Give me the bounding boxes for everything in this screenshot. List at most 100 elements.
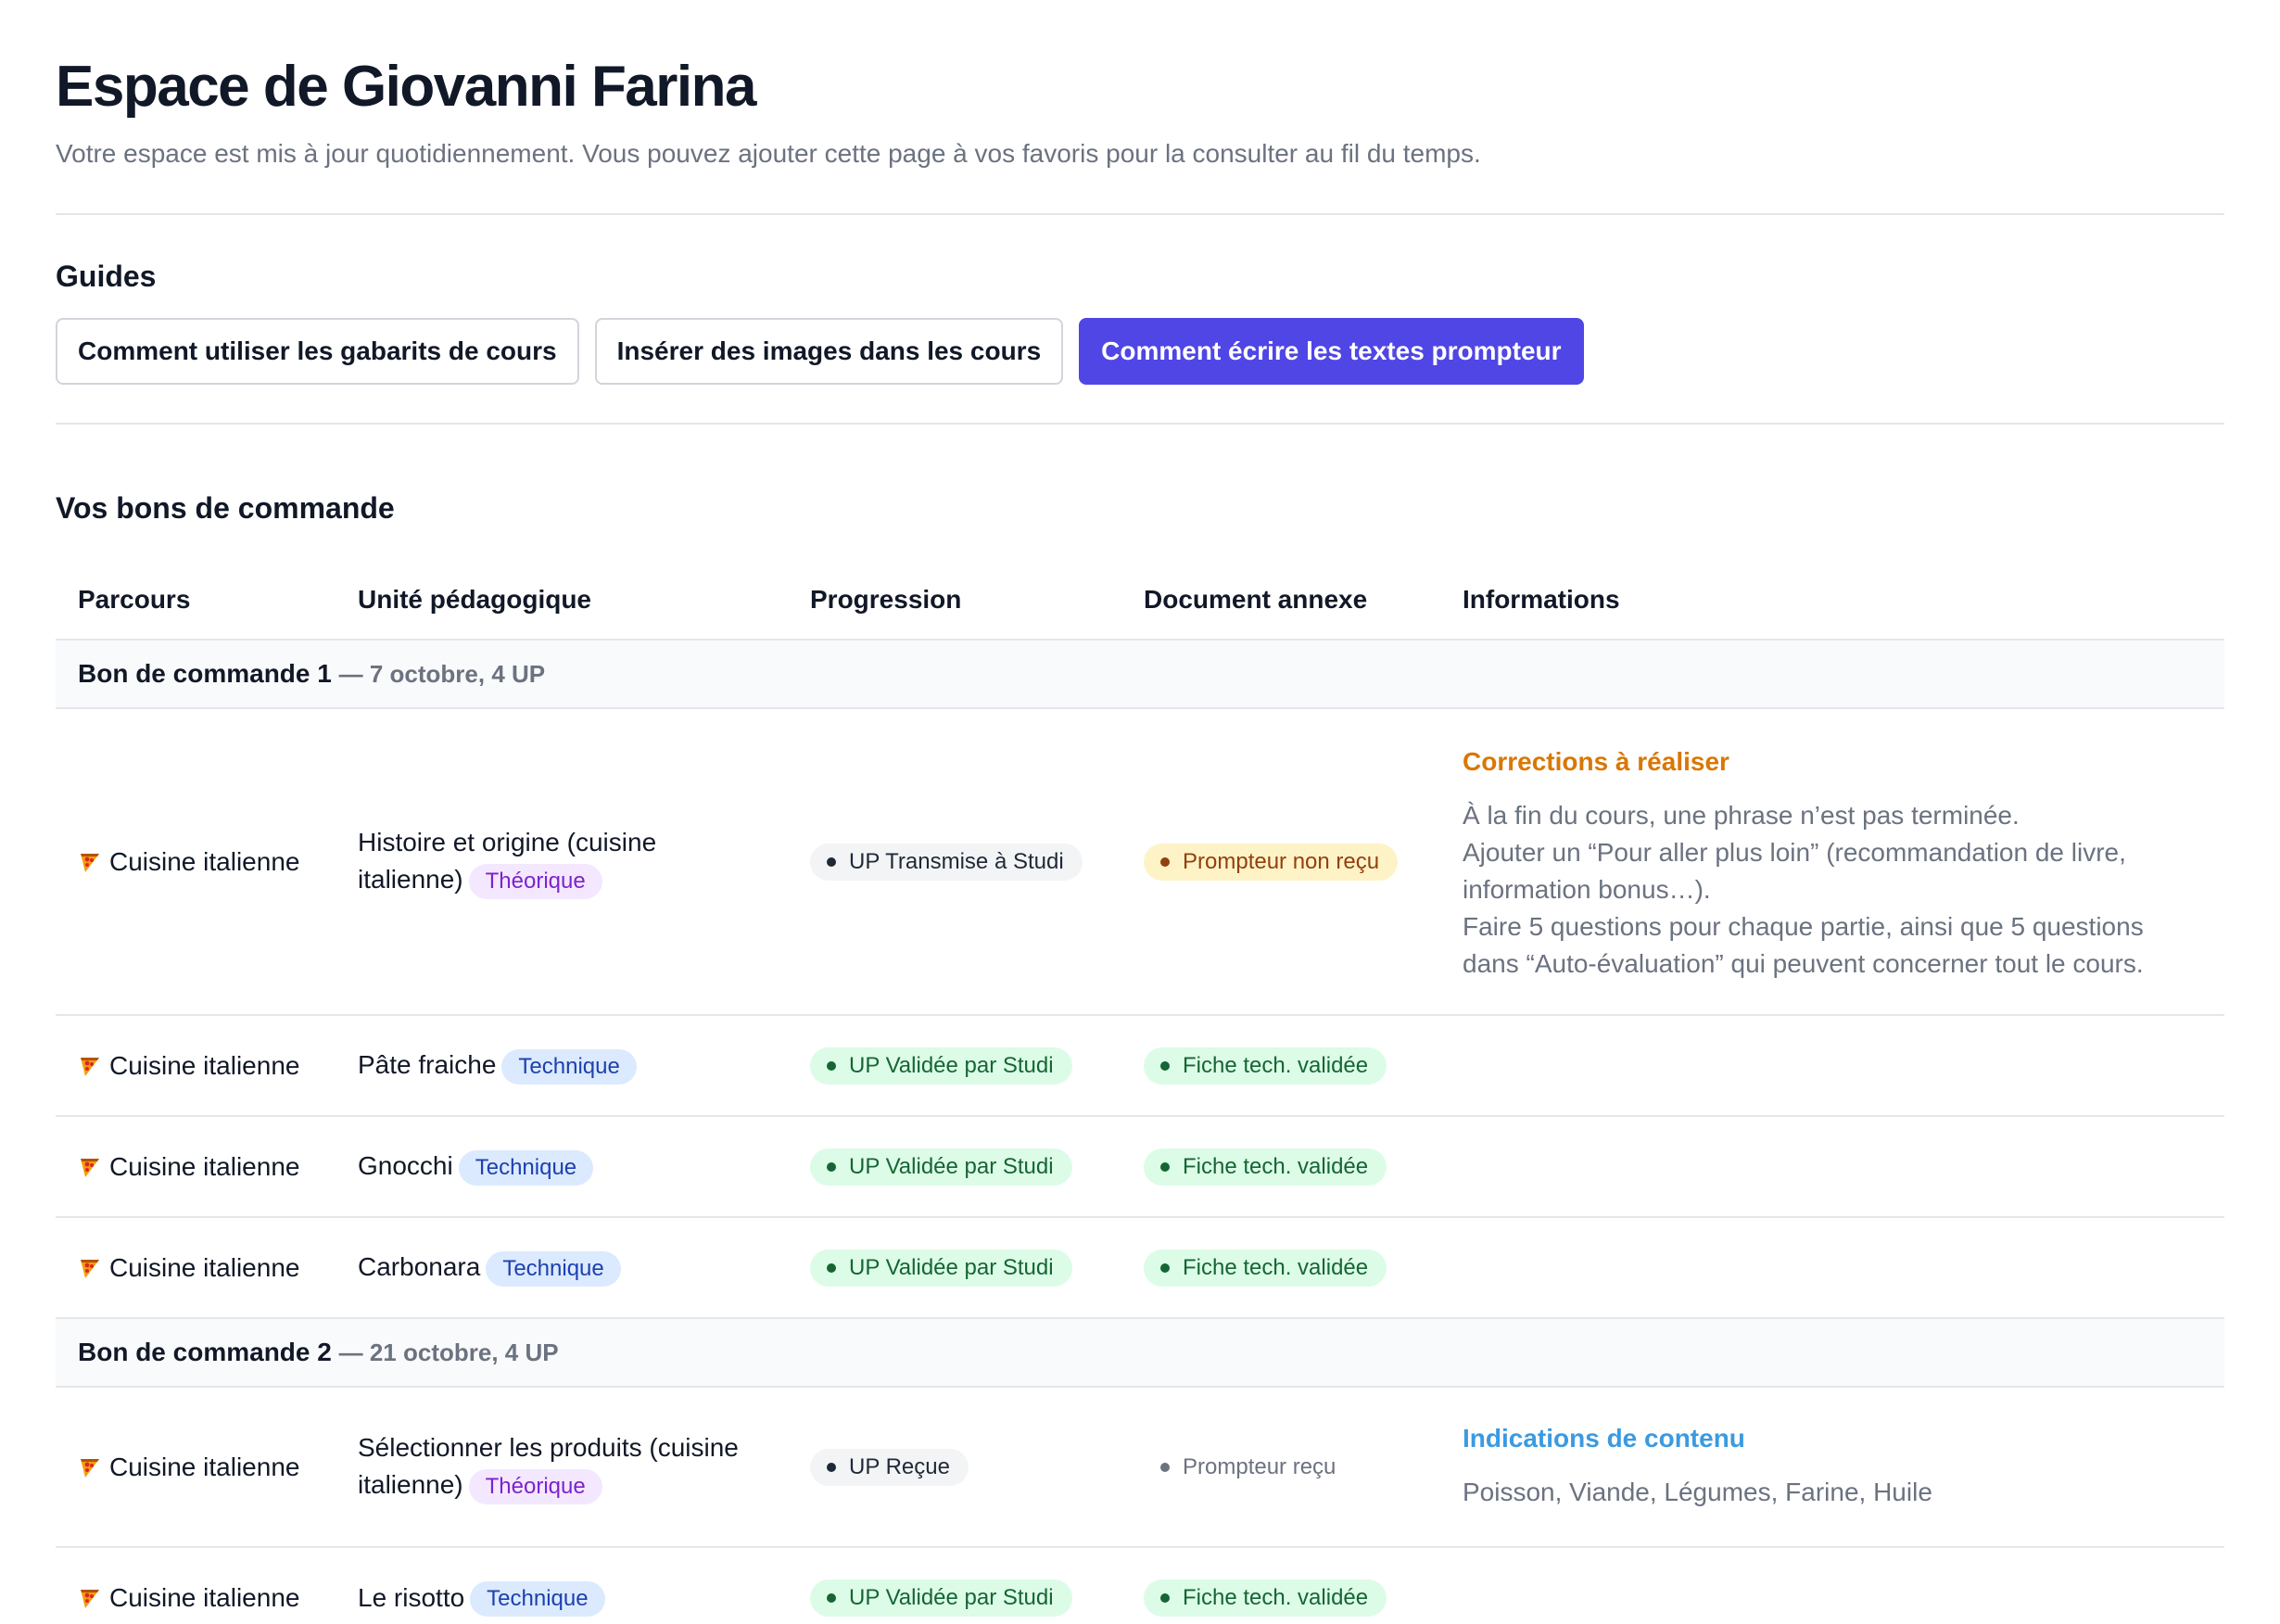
- parcours-cell: Cuisine italienne: [78, 1051, 313, 1081]
- status-dot: [827, 1262, 836, 1273]
- tag-badge: Théorique: [468, 1468, 602, 1504]
- parcours-cell: Cuisine italienne: [78, 847, 313, 877]
- group-row: Bon de commande 2 — 21 octobre, 4 UP: [56, 1317, 2224, 1387]
- info-body: À la fin du cours, une phrase n’est pas …: [1463, 797, 2202, 983]
- pizza-icon: [78, 1256, 102, 1280]
- tag-badge: Théorique: [468, 863, 602, 899]
- parcours-cell: Cuisine italienne: [78, 1253, 313, 1283]
- orders-table: Parcours Unité pédagogique Progression D…: [56, 560, 2224, 1624]
- page: Espace de Giovanni Farina Votre espace e…: [0, 0, 2280, 1624]
- table-row: Cuisine italienne Le risotto Technique UP…: [56, 1546, 2224, 1624]
- parcours-label: Cuisine italienne: [109, 1050, 300, 1080]
- status-dot: [1160, 1462, 1170, 1472]
- status-badge: UP Validée par Studi: [810, 1249, 1072, 1287]
- status-dot: [827, 1593, 836, 1603]
- status-label: UP Reçue: [849, 1453, 950, 1479]
- status-badge: UP Validée par Studi: [810, 1580, 1072, 1617]
- status-label: UP Validée par Studi: [849, 1153, 1054, 1179]
- pizza-icon: [78, 1155, 102, 1179]
- parcours-cell: Cuisine italienne: [78, 1583, 313, 1613]
- parcours-label: Cuisine italienne: [109, 846, 300, 876]
- tag-badge: Technique: [458, 1149, 594, 1186]
- pizza-icon: [78, 1455, 102, 1479]
- unit-cell: Carbonara Technique: [358, 1249, 766, 1287]
- status-dot: [1160, 1262, 1170, 1273]
- status-badge: UP Reçue: [810, 1448, 969, 1486]
- document-label: Prompteur non reçu: [1183, 848, 1380, 874]
- divider: [56, 213, 2224, 215]
- group-name: Bon de commande 1: [78, 659, 332, 688]
- document-label: Prompteur reçu: [1183, 1453, 1336, 1479]
- document-label: Fiche tech. validée: [1183, 1052, 1369, 1078]
- document-badge: Fiche tech. validée: [1144, 1249, 1387, 1287]
- unit-cell: Sélectionner les produits (cuisine itali…: [358, 1429, 766, 1504]
- document-badge: Fiche tech. validée: [1144, 1580, 1387, 1617]
- unit-name: Le risotto: [358, 1582, 465, 1612]
- group-meta: — 21 octobre, 4 UP: [338, 1339, 559, 1366]
- document-badge: Prompteur non reçu: [1144, 843, 1399, 881]
- pizza-icon: [78, 1586, 102, 1610]
- parcours-cell: Cuisine italienne: [78, 1152, 313, 1182]
- info-title: Corrections à réaliser: [1463, 746, 1729, 776]
- column-header-parcours: Parcours: [78, 584, 191, 614]
- column-header-document: Document annexe: [1144, 584, 1368, 614]
- document-label: Fiche tech. validée: [1183, 1585, 1369, 1610]
- unit-name: Gnocchi: [358, 1151, 453, 1181]
- document-badge: Fiche tech. validée: [1144, 1047, 1387, 1085]
- parcours-cell: Cuisine italienne: [78, 1453, 313, 1482]
- info-line: Faire 5 questions pour chaque partie, ai…: [1463, 911, 2144, 978]
- document-label: Fiche tech. validée: [1183, 1153, 1369, 1179]
- tag-badge: Technique: [470, 1581, 605, 1618]
- page-subtitle: Votre espace est mis à jour quotidiennem…: [56, 139, 1481, 168]
- tag-badge: Technique: [486, 1250, 621, 1287]
- column-header-unite: Unité pédagogique: [358, 584, 591, 614]
- table-row: Cuisine italienne Pâte fraiche Technique …: [56, 1014, 2224, 1116]
- parcours-label: Cuisine italienne: [109, 1452, 300, 1481]
- orders-title: Vos bons de commande: [56, 491, 395, 525]
- table-row: Cuisine italienne Gnocchi Technique UP Va…: [56, 1115, 2224, 1217]
- pizza-icon: [78, 1054, 102, 1078]
- group-name: Bon de commande 2: [78, 1338, 332, 1366]
- status-dot: [827, 1161, 836, 1172]
- status-badge: UP Validée par Studi: [810, 1047, 1072, 1085]
- status-label: UP Validée par Studi: [849, 1052, 1054, 1078]
- unit-cell: Le risotto Technique: [358, 1580, 766, 1618]
- document-label: Fiche tech. validée: [1183, 1254, 1369, 1280]
- divider: [56, 423, 2224, 425]
- guide-button-gabarits[interactable]: Comment utiliser les gabarits de cours: [56, 318, 579, 385]
- status-dot: [827, 856, 836, 867]
- document-badge: Prompteur reçu: [1144, 1449, 1354, 1486]
- status-dot: [1160, 1161, 1170, 1172]
- status-dot: [1160, 1593, 1170, 1603]
- status-label: UP Transmise à Studi: [849, 848, 1064, 874]
- group-row: Bon de commande 1 — 7 octobre, 4 UP: [56, 639, 2224, 708]
- unit-name: Carbonara: [358, 1252, 481, 1282]
- info-line: Ajouter un “Pour aller plus loin” (recom…: [1463, 837, 2126, 904]
- status-label: UP Validée par Studi: [849, 1254, 1054, 1280]
- column-header-informations: Informations: [1463, 584, 1620, 614]
- column-header-progression: Progression: [810, 584, 962, 614]
- document-badge: Fiche tech. validée: [1144, 1148, 1387, 1186]
- status-badge: UP Transmise à Studi: [810, 843, 1083, 881]
- group-meta: — 7 octobre, 4 UP: [338, 660, 546, 688]
- table-header: Parcours Unité pédagogique Progression D…: [56, 560, 2224, 640]
- guides-title: Guides: [56, 260, 157, 293]
- unit-cell: Histoire et origine (cuisine italienne) T…: [358, 824, 766, 899]
- status-dot: [827, 1060, 836, 1071]
- table-row: Cuisine italienne Sélectionner les produ…: [56, 1386, 2224, 1547]
- status-dot: [1160, 856, 1170, 867]
- unit-cell: Pâte fraiche Technique: [358, 1047, 766, 1085]
- guide-button-prompteur[interactable]: Comment écrire les textes prompteur: [1079, 318, 1584, 385]
- parcours-label: Cuisine italienne: [109, 1252, 300, 1282]
- info-body: Poisson, Viande, Légumes, Farine, Huile: [1463, 1477, 1932, 1506]
- status-label: UP Validée par Studi: [849, 1585, 1054, 1610]
- table-row: Cuisine italienne Histoire et origine (c…: [56, 707, 2224, 1015]
- info-line: À la fin du cours, une phrase n’est pas …: [1463, 800, 2020, 830]
- parcours-label: Cuisine italienne: [109, 1583, 300, 1612]
- table-row: Cuisine italienne Carbonara Technique UP …: [56, 1216, 2224, 1318]
- pizza-icon: [78, 850, 102, 874]
- page-title: Espace de Giovanni Farina: [56, 55, 757, 119]
- tag-badge: Technique: [501, 1048, 637, 1085]
- guides-buttons: Comment utiliser les gabarits de cours I…: [56, 318, 1584, 385]
- guide-button-images[interactable]: Insérer des images dans les cours: [594, 318, 1064, 385]
